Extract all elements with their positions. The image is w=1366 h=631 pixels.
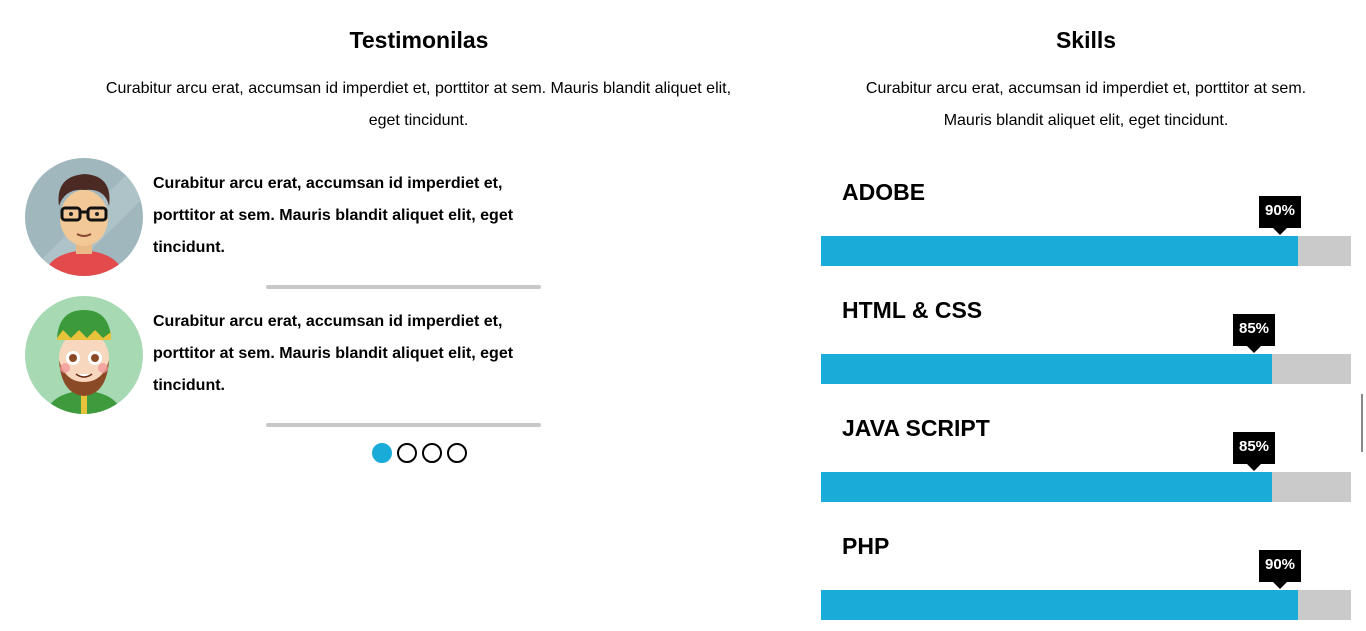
carousel-dot[interactable] [422,443,442,463]
scrollbar-thumb[interactable] [1361,394,1363,452]
skill-progress-fill [821,236,1298,266]
testimonial-quote: Curabitur arcu erat, accumsan id imperdi… [153,313,514,394]
skill-name: PHP [842,533,890,559]
testimonials-title: Testimonilas [349,27,489,53]
testimonials-section: Testimonilas Curabitur arcu erat, accums… [0,0,838,631]
skill-progress-fill [821,590,1298,620]
skill-progress-track [821,472,1351,502]
skill-percent-badge: 90% [1259,196,1301,235]
testimonial-divider [266,285,541,289]
carousel-dot[interactable] [397,443,417,463]
skill-percent-badge: 85% [1233,314,1275,353]
bearded-man-green-hat-avatar-icon [25,296,143,414]
skill-item: PHP 90% [821,514,1351,624]
man-with-glasses-avatar-icon [25,158,143,276]
skill-progress-track [821,590,1351,620]
skill-name: HTML & CSS [842,297,983,323]
carousel-dot[interactable] [372,443,392,463]
skill-name: JAVA SCRIPT [842,415,990,441]
skill-progress-track [821,354,1351,384]
skills-title: Skills [1055,27,1117,53]
testimonial-quote: Curabitur arcu erat, accumsan id imperdi… [153,175,514,256]
skill-progress-fill [821,354,1272,384]
skill-name: ADOBE [842,179,926,205]
testimonial-divider [266,423,541,427]
skill-item: JAVA SCRIPT 85% [821,396,1351,506]
carousel-dot[interactable] [447,443,467,463]
skill-progress-track [821,236,1351,266]
testimonial-item: Curabitur arcu erat, accumsan id imperdi… [25,296,545,416]
testimonials-description: Curabitur arcu erat, accumsan id imperdi… [105,80,732,129]
skill-progress-fill [821,472,1272,502]
testimonial-item: Curabitur arcu erat, accumsan id imperdi… [25,158,545,278]
skills-section: Skills Curabitur arcu erat, accumsan id … [806,0,1366,631]
page: Testimonilas Curabitur arcu erat, accums… [0,0,1366,631]
skills-description: Curabitur arcu erat, accumsan id imperdi… [865,80,1307,129]
skill-item: HTML & CSS 85% [821,278,1351,388]
skill-percent-badge: 85% [1233,432,1275,471]
skill-percent-badge: 90% [1259,550,1301,589]
skill-item: ADOBE 90% [821,160,1351,270]
carousel-pagination [372,443,467,465]
